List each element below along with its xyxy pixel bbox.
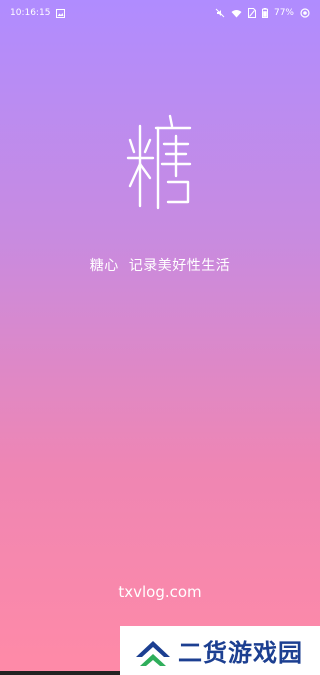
rotate-lock-icon (300, 8, 310, 18)
status-bar: 10:16:15 77% (0, 0, 320, 26)
wifi-icon (231, 9, 242, 18)
no-sim-icon (247, 8, 256, 18)
watermark-banner: 二货游戏园 (120, 626, 320, 675)
battery-icon (261, 8, 268, 18)
double-chevron-up-logo-icon (134, 635, 172, 667)
status-right: 77% (215, 0, 310, 26)
tagline: 糖心 记录美好性生活 (0, 255, 320, 275)
status-left: 10:16:15 (10, 0, 66, 26)
tagline-slogan: 记录美好性生活 (128, 258, 231, 274)
mute-icon (215, 8, 225, 18)
image-notification-icon (56, 8, 66, 18)
website-url: txvlog.com (118, 583, 202, 601)
tagline-brand: 糖心 (89, 258, 119, 274)
battery-percent: 77% (273, 8, 294, 18)
bottom-indicator (0, 671, 120, 675)
app-logo-tang (126, 112, 194, 214)
status-time: 10:16:15 (10, 8, 51, 18)
watermark-text: 二货游戏园 (178, 639, 303, 667)
